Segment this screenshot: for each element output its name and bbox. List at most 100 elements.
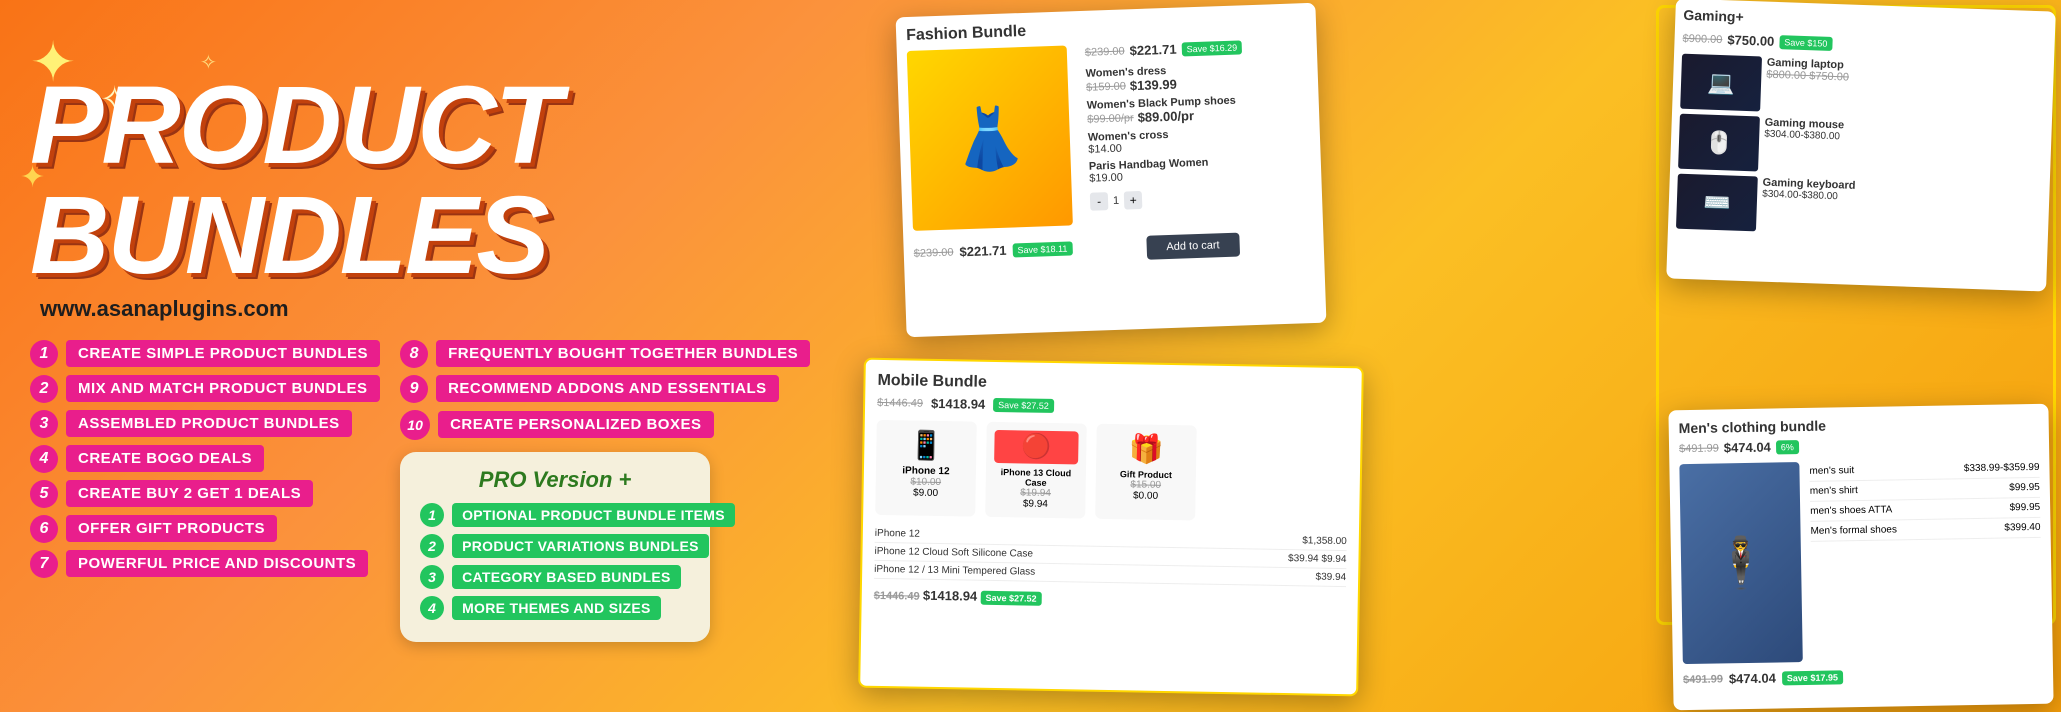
gaming-bundle-inner: Gaming+ $900.00 $750.00 Save $150 💻 Gami… <box>1666 0 2056 292</box>
gaming-bundle-card: Gaming+ $900.00 $750.00 Save $150 💻 Gami… <box>1666 0 2056 292</box>
mens-price-row: $491.99 $474.04 6% <box>1679 435 2039 456</box>
pro-num-2: 2 <box>420 534 444 558</box>
gaming-product-row-3: ⌨️ Gaming keyboard $304.00-$380.00 <box>1676 174 2042 242</box>
feature-label-10: CREATE PERSONALIZED BOXES <box>438 411 713 438</box>
case-icon: 🔴 <box>994 430 1079 464</box>
pro-item-3: 3 CATEGORY BASED BUNDLES <box>420 565 690 589</box>
feature-item-7: 7 POWERFUL PRICE AND DISCOUNTS <box>30 550 380 578</box>
mobile-product-1-sale: $9.00 <box>883 487 967 499</box>
cart-row-3-name: iPhone 12 / 13 Mini Tempered Glass <box>874 564 1035 578</box>
features-grid: 1 CREATE SIMPLE PRODUCT BUNDLES 2 MIX AN… <box>30 340 790 642</box>
left-content: PRODUCT BUNDLES www.asanaplugins.com 1 C… <box>0 51 820 662</box>
gaming-price-orig: $900.00 <box>1682 32 1722 45</box>
mobile-bottom-sale: $1418.94 <box>923 588 977 604</box>
feature-item-4: 4 CREATE BOGO DEALS <box>30 445 380 473</box>
feature-num-10: 10 <box>400 410 430 440</box>
pro-num-4: 4 <box>420 596 444 620</box>
features-right: 8 FREQUENTLY BOUGHT TOGETHER BUNDLES 9 R… <box>400 340 810 642</box>
feature-item-9: 9 RECOMMEND ADDONS AND ESSENTIALS <box>400 375 810 403</box>
feature-item-10: 10 CREATE PERSONALIZED BOXES <box>400 410 810 440</box>
mens-price-sale: $474.04 <box>1724 440 1771 456</box>
feature-num-5: 5 <box>30 480 58 508</box>
mobile-save-badge: Save $27.52 <box>993 397 1054 412</box>
feature-label-4: CREATE BOGO DEALS <box>66 445 264 472</box>
pro-label-4: MORE THEMES AND SIZES <box>452 596 661 620</box>
mens-product-2-price: $99.95 <box>2009 482 2040 494</box>
feature-item-5: 5 CREATE BUY 2 GET 1 DEALS <box>30 480 380 508</box>
pro-label-2: PRODUCT VARIATIONS BUNDLES <box>452 534 709 558</box>
qty-plus-1[interactable]: + <box>1124 191 1143 210</box>
fashion-total-orig: $239.00 <box>914 246 954 259</box>
cart-row-2-price: $39.94 $9.94 <box>1288 553 1347 565</box>
cart-row-1-price: $1,358.00 <box>1302 535 1347 547</box>
mens-product-3-name: men's shoes ATTA <box>1810 504 1892 516</box>
feature-label-7: POWERFUL PRICE AND DISCOUNTS <box>66 550 368 577</box>
mens-product-3-price: $99.95 <box>2009 502 2040 514</box>
feature-item-6: 6 OFFER GIFT PRODUCTS <box>30 515 380 543</box>
feature-num-4: 4 <box>30 445 58 473</box>
pro-item-1: 1 OPTIONAL PRODUCT BUNDLE ITEMS <box>420 503 690 527</box>
pro-title: PRO Version + <box>420 467 690 493</box>
fashion-total-sale: $221.71 <box>959 243 1006 260</box>
mobile-product-2-name: iPhone 13 Cloud Case <box>994 467 1078 488</box>
feature-label-9: RECOMMEND ADDONS AND ESSENTIALS <box>436 375 779 402</box>
cart-row-3-price: $39.94 <box>1315 572 1346 584</box>
pro-label-1: OPTIONAL PRODUCT BUNDLE ITEMS <box>452 503 735 527</box>
qty-minus-1[interactable]: - <box>1090 192 1109 211</box>
pro-item-4: 4 MORE THEMES AND SIZES <box>420 596 690 620</box>
mens-bottom-badge: Save $17.95 <box>1782 670 1843 685</box>
product-1-orig: $159.00 <box>1086 80 1126 93</box>
mens-save-badge: 6% <box>1776 440 1799 454</box>
right-screenshots: Fashion Bundle 👗 $239.00 $221.71 Save $1… <box>801 0 2061 712</box>
mobile-product-2-sale: $9.94 <box>993 498 1077 510</box>
mobile-bottom-prices: $1446.49 $1418.94 Save $27.52 <box>874 587 1042 605</box>
fashion-bundle-card: Fashion Bundle 👗 $239.00 $221.71 Save $1… <box>896 3 1327 337</box>
mens-product-row-4: Men's formal shoes $399.40 <box>1810 518 2040 542</box>
fashion-total-badge: Save $18.11 <box>1012 241 1072 257</box>
fashion-add-to-cart[interactable]: Add to cart <box>1146 233 1240 260</box>
main-title: PRODUCT BUNDLES <box>30 71 790 291</box>
mobile-bundle-title: Mobile Bundle <box>877 372 1349 398</box>
feature-label-5: CREATE BUY 2 GET 1 DEALS <box>66 480 313 507</box>
feature-num-1: 1 <box>30 340 58 368</box>
fashion-price-original: $239.00 <box>1085 45 1125 58</box>
mobile-price-orig: $1446.49 <box>877 396 923 409</box>
fashion-total: $239.00 $221.71 Save $18.11 <box>914 240 1073 261</box>
fashion-price-sale: $221.71 <box>1129 42 1176 59</box>
iphone-icon: 📱 <box>884 428 969 462</box>
gaming-product-price-2: $304.00-$380.00 <box>1764 129 1844 143</box>
mens-product-1-name: men's suit <box>1809 465 1854 477</box>
feature-num-9: 9 <box>400 375 428 403</box>
mens-bundle-inner: Men's clothing bundle $491.99 $474.04 6%… <box>1668 404 2053 711</box>
mens-bottom-orig: $491.99 <box>1683 673 1723 686</box>
feature-label-1: CREATE SIMPLE PRODUCT BUNDLES <box>66 340 380 367</box>
gaming-product-row-1: 💻 Gaming laptop $800.00 $750.00 <box>1680 54 2046 122</box>
feature-num-8: 8 <box>400 340 428 368</box>
mobile-products: 📱 iPhone 12 $10.00 $9.00 🔴 iPhone 13 Clo… <box>875 420 1349 523</box>
pro-num-1: 1 <box>420 503 444 527</box>
qty-value-1: 1 <box>1113 195 1120 207</box>
mens-title: Men's clothing bundle <box>1679 414 2039 436</box>
feature-item-3: 3 ASSEMBLED PRODUCT BUNDLES <box>30 410 380 438</box>
feature-item-2: 2 MIX AND MATCH PRODUCT BUNDLES <box>30 375 380 403</box>
mens-image: 🕴️ <box>1679 462 1802 664</box>
mens-price-orig: $491.99 <box>1679 442 1719 455</box>
gaming-price-row: $900.00 $750.00 Save $150 <box>1682 31 2046 59</box>
feature-num-7: 7 <box>30 550 58 578</box>
feature-item-8: 8 FREQUENTLY BOUGHT TOGETHER BUNDLES <box>400 340 810 368</box>
pro-box: PRO Version + 1 OPTIONAL PRODUCT BUNDLE … <box>400 452 710 642</box>
gaming-product-img-2: 🖱️ <box>1678 114 1760 172</box>
mens-layout: 🕴️ men's suit $338.99-$359.99 men's shir… <box>1679 458 2042 664</box>
gaming-product-details-2: Gaming mouse $304.00-$380.00 <box>1763 117 1844 175</box>
mobile-product-3-sale: $0.00 <box>1103 490 1187 502</box>
mobile-bottom-orig: $1446.49 <box>874 590 920 603</box>
feature-num-6: 6 <box>30 515 58 543</box>
mens-bottom-sale: $474.04 <box>1729 671 1776 687</box>
mobile-product-2: 🔴 iPhone 13 Cloud Case $19.94 $9.94 <box>985 422 1087 519</box>
banner: ✦ ✧ ✦ ✧ PRODUCT BUNDLES www.asanaplugins… <box>0 0 2061 712</box>
mobile-bottom-total: $1446.49 $1418.94 Save $27.52 <box>874 587 1346 610</box>
feature-item-1: 1 CREATE SIMPLE PRODUCT BUNDLES <box>30 340 380 368</box>
mens-bottom-total: $491.99 $474.04 Save $17.95 <box>1683 666 2043 687</box>
fashion-qty-controls: - 1 + <box>1090 187 1248 210</box>
pro-num-3: 3 <box>420 565 444 589</box>
